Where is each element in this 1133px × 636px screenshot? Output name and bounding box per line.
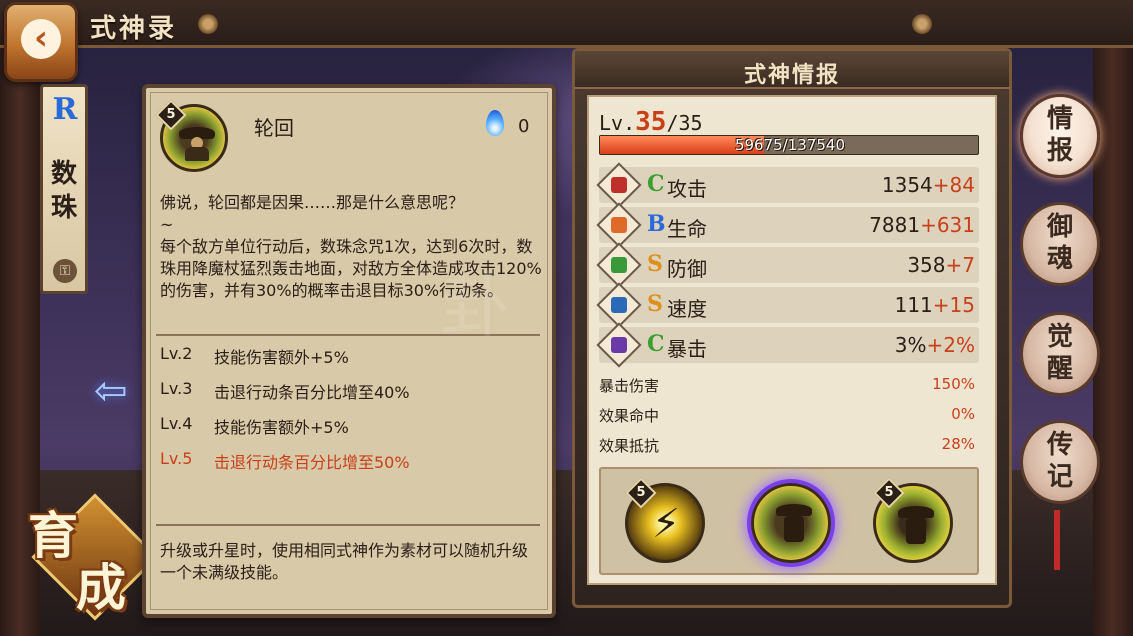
info-title: 式神情报 [743, 63, 840, 88]
tab-label: 觉醒 [1046, 322, 1073, 384]
back-arrow-icon: ‹ [21, 19, 61, 59]
stat-grade: S [647, 291, 663, 317]
health-talisman-icon [596, 202, 642, 248]
ornament-icon [198, 14, 218, 34]
reincarnation-skill-icon[interactable] [751, 483, 831, 563]
upgrade-note: 升级或升星时，使用相同式神作为素材可以随机升级一个未满级技能。 [160, 541, 529, 582]
tab-biography[interactable]: 传记 [1020, 420, 1100, 504]
stat-row-health: B 生命 7881+631 [596, 202, 979, 248]
stat-name: 暴击 [667, 337, 707, 361]
stat-row-speed: S 速度 111+15 [596, 282, 979, 328]
crit-scroll-icon [596, 322, 642, 368]
monk-figure [898, 506, 934, 546]
onmyo-fire-icon [484, 110, 506, 138]
monk-aura-skill-icon[interactable]: 5 [873, 477, 953, 563]
rarity-badge: R [52, 92, 78, 127]
skill-detail-panel: 5 轮回 0 佛说，轮回都是因果……那是什么意思呢？ ~ 每个敌方单位行动后，数… [142, 84, 556, 618]
level-display: Lv.35/35 [599, 107, 703, 137]
sub-stat-row: 暴击伤害 150% [599, 375, 975, 395]
monk-figure [179, 123, 215, 161]
stat-value: 111+15 [894, 293, 975, 317]
skill-name: 轮回 [254, 116, 294, 140]
previous-arrow-icon[interactable]: ⇦ [94, 368, 128, 414]
top-bar: 式神录 [0, 0, 1133, 48]
stat-grade: S [647, 251, 663, 277]
monk-figure [776, 504, 812, 544]
divider [156, 524, 540, 526]
lightning-skill-icon[interactable]: ⚡ 5 [625, 477, 705, 563]
back-button[interactable]: ‹ [4, 2, 78, 82]
stat-value: 358+7 [907, 253, 975, 277]
shikigami-info-panel: 式神情报 Lv.35/35 59675/137540 C 攻击 1354+84 … [572, 48, 1012, 608]
shikigami-name-char: 珠 [50, 193, 77, 223]
stat-value: 7881+631 [869, 213, 975, 237]
stat-grade: C [647, 331, 665, 357]
shikigami-name: 数 珠 [49, 157, 79, 225]
cultivate-button[interactable]: 育 成 [20, 493, 159, 621]
skill-level-row-current: Lv.5 击退行动条百分比增至50% [160, 449, 410, 472]
tab-info[interactable]: 情报 [1020, 94, 1100, 178]
speed-boot-icon [596, 282, 642, 328]
watermark: 卦 [440, 265, 510, 347]
skill-level-list: Lv.2 技能伤害额外+5% Lv.3 击退行动条百分比增至40% Lv.4 技… [160, 344, 540, 484]
shikigami-name-char: 数 [50, 159, 77, 189]
shikigami-name-tab[interactable]: R 数 珠 ⚿ [40, 84, 88, 294]
lock-icon[interactable]: ⚿ [53, 259, 77, 283]
stat-name: 生命 [667, 217, 707, 241]
info-header: 式神情报 [575, 51, 1009, 89]
tab-label: 情报 [1046, 104, 1073, 166]
info-content: Lv.35/35 59675/137540 C 攻击 1354+84 B 生命 … [587, 95, 997, 585]
onmyo-cost: 0 [518, 116, 530, 137]
stat-grade: B [647, 211, 666, 237]
stat-row-defense: S 防御 358+7 [596, 242, 979, 288]
cultivate-label: 成 [76, 558, 126, 617]
stat-name: 速度 [667, 297, 707, 321]
exp-text: 59675/137540 [734, 136, 846, 154]
stat-row-crit: C 暴击 3%+2% [596, 322, 979, 368]
sub-stat-row: 效果抵抗 28% [599, 435, 975, 455]
stat-row-attack: C 攻击 1354+84 [596, 162, 979, 208]
stat-value: 3%+2% [894, 333, 975, 357]
tab-awaken[interactable]: 觉醒 [1020, 312, 1100, 396]
skill-slots: ⚡ 5 5 [599, 467, 979, 575]
tassel-decoration [1054, 510, 1060, 570]
tab-label: 传记 [1046, 430, 1073, 492]
tab-soul[interactable]: 御魂 [1020, 202, 1100, 286]
ornament-icon [912, 14, 932, 34]
page-title: 式神录 [90, 14, 178, 44]
stat-value: 1354+84 [881, 173, 975, 197]
stat-name: 攻击 [667, 177, 707, 201]
skill-level-badge: 5 [873, 477, 905, 509]
right-pillar [1093, 0, 1133, 636]
exp-bar: 59675/137540 [599, 135, 979, 155]
stat-grade: C [647, 171, 665, 197]
skill-level-row: Lv.4 技能伤害额外+5% [160, 414, 349, 437]
defense-armor-icon [596, 242, 642, 288]
skill-level-row: Lv.3 击退行动条百分比增至40% [160, 379, 410, 402]
attack-fan-icon [596, 162, 642, 208]
sub-stat-row: 效果命中 0% [599, 405, 975, 425]
lightning-bolt-icon: ⚡ [652, 501, 681, 547]
tab-label: 御魂 [1046, 212, 1073, 274]
cultivate-label: 育 [28, 506, 78, 565]
stat-name: 防御 [667, 257, 707, 281]
